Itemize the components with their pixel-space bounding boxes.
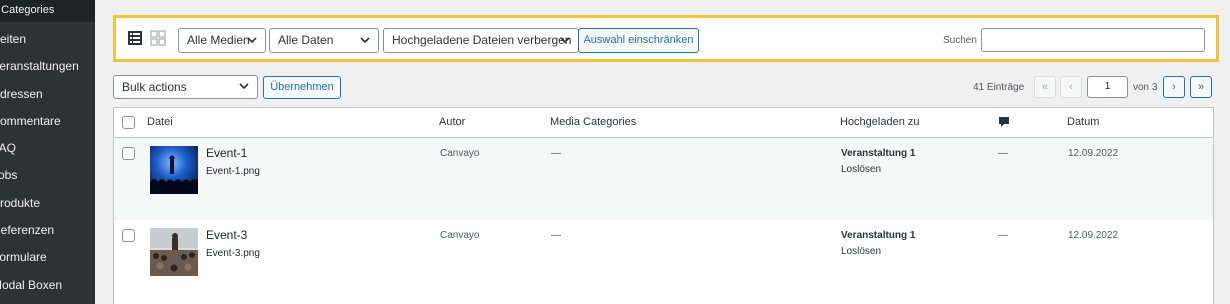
uploaded-to-link[interactable]: Veranstaltung 1	[841, 230, 915, 241]
sidebar-item-adressen[interactable]: Adressen	[0, 83, 95, 110]
media-type-value: Alle Medien	[187, 33, 250, 47]
column-media-categories: Media Categories	[550, 116, 637, 128]
comment-bubble-icon[interactable]	[998, 116, 1010, 129]
grid-view-icon[interactable]	[150, 30, 166, 46]
date-filter-select[interactable]: Alle Daten	[269, 28, 379, 53]
sidebar-item-produkte[interactable]: Produkte	[0, 192, 95, 219]
table-header: Datei Autor Media Categories Hochgeladen…	[114, 108, 1213, 138]
media-thumbnail[interactable]	[150, 228, 198, 276]
sidebar-item-formulare[interactable]: Formulare	[0, 246, 95, 273]
date-value: 12.09.2022	[1068, 230, 1119, 241]
row-checkbox[interactable]	[122, 229, 135, 242]
chevron-down-icon	[239, 83, 249, 90]
apply-bulk-button[interactable]: Übernehmen	[263, 76, 341, 99]
column-file[interactable]: Datei	[147, 116, 173, 128]
sidebar-item-faq[interactable]: FAQ	[0, 137, 95, 164]
chevron-down-icon	[560, 37, 570, 44]
comments-value: —	[998, 148, 1008, 159]
column-uploaded-to[interactable]: Hochgeladen zu	[840, 116, 920, 128]
author-link[interactable]: Canvayo	[440, 230, 479, 241]
first-page-button[interactable]: «	[1034, 76, 1056, 98]
media-categories-value: —	[551, 230, 561, 241]
chevron-down-icon	[247, 37, 257, 44]
current-page-input[interactable]: 1	[1087, 76, 1128, 98]
column-author: Autor	[439, 116, 466, 128]
media-type-select[interactable]: Alle Medien	[178, 28, 266, 53]
media-title-link[interactable]: Event-1	[206, 146, 247, 160]
detach-link[interactable]: Loslösen	[841, 246, 881, 257]
chevron-down-icon	[360, 37, 370, 44]
author-link[interactable]: Canvayo	[440, 148, 479, 159]
table-row: Event-3 Event-3.png Canvayo — Veranstalt…	[114, 220, 1213, 302]
uploaded-filter-select[interactable]: Hochgeladene Dateien verbergen	[383, 28, 579, 53]
sidebar-item-modal-boxen[interactable]: Modal Boxen	[0, 274, 95, 301]
bulk-actions-select[interactable]: Bulk actions	[113, 75, 258, 99]
search-label: Suchen	[943, 35, 977, 46]
sidebar-item-referenzen[interactable]: Referenzen	[0, 219, 95, 246]
admin-sidebar: a Categories Seiten Veranstaltungen Adre…	[0, 0, 95, 304]
sidebar-item-veranstaltungen[interactable]: Veranstaltungen	[0, 55, 95, 82]
search-input[interactable]	[981, 28, 1205, 52]
row-checkbox[interactable]	[122, 147, 135, 160]
last-page-button[interactable]: »	[1190, 76, 1212, 98]
sidebar-item-jobs[interactable]: Jobs	[0, 164, 95, 191]
media-table: Datei Autor Media Categories Hochgeladen…	[113, 107, 1214, 304]
total-pages-label: von 3	[1133, 82, 1158, 93]
list-view-icon[interactable]	[127, 30, 143, 46]
comments-value: —	[998, 230, 1008, 241]
media-filename: Event-1.png	[206, 166, 260, 177]
media-filter-bar: Alle Medien Alle Daten Hochgeladene Date…	[113, 15, 1219, 62]
sidebar-item-seiten[interactable]: Seiten	[0, 28, 95, 55]
date-filter-value: Alle Daten	[278, 33, 334, 47]
items-count: 41 Einträge	[973, 82, 1025, 93]
media-categories-value: —	[551, 148, 561, 159]
column-date[interactable]: Datum	[1067, 116, 1099, 128]
media-filename: Event-3.png	[206, 248, 260, 259]
select-all-checkbox[interactable]	[122, 116, 135, 129]
media-title-link[interactable]: Event-3	[206, 228, 247, 242]
sidebar-item-kommentare[interactable]: Kommentare	[0, 110, 95, 137]
table-row: Event-1 Event-1.png Canvayo — Veranstalt…	[114, 138, 1213, 220]
restrict-selection-button[interactable]: Auswahl einschränken	[578, 28, 699, 53]
detach-link[interactable]: Loslösen	[841, 164, 881, 175]
prev-page-button[interactable]: ‹	[1060, 76, 1082, 98]
uploaded-to-link[interactable]: Veranstaltung 1	[841, 148, 915, 159]
next-page-button[interactable]: ›	[1163, 76, 1185, 98]
date-value: 12.09.2022	[1068, 148, 1119, 159]
uploaded-filter-value: Hochgeladene Dateien verbergen	[392, 33, 572, 47]
media-thumbnail[interactable]	[150, 146, 198, 194]
sidebar-menu: Seiten Veranstaltungen Adressen Kommenta…	[0, 28, 95, 301]
bulk-actions-value: Bulk actions	[122, 80, 187, 94]
sidebar-item-media-categories[interactable]: a Categories	[0, 0, 95, 22]
